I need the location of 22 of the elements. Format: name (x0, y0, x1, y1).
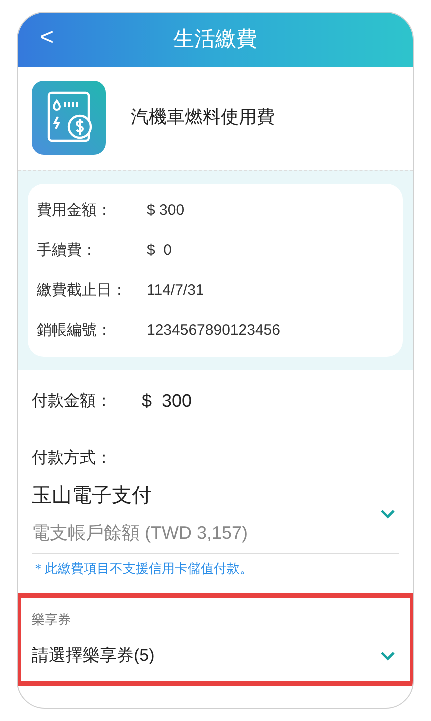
detail-value: $ 0 (147, 240, 172, 261)
detail-value: 1234567890123456 (147, 320, 280, 341)
select-value: 請選擇樂享券(5) (32, 645, 156, 667)
currency-symbol: $ (142, 390, 152, 413)
field-label: 付款方式： (31, 448, 113, 469)
detail-value: $ 300 (147, 200, 185, 221)
detail-value: 114/7/31 (147, 280, 204, 301)
note-text: ＊此繳費項目不支援信用卡儲值付款。 (31, 560, 254, 578)
field-label: 付款金額： (32, 392, 113, 412)
coupon-select[interactable]: 樂享券 請選擇樂享券(5) (18, 592, 413, 686)
select-value: 玉山電子支付 (32, 484, 153, 509)
detail-label: 費用金額： (37, 200, 113, 221)
detail-label: 銷帳編號： (37, 320, 113, 341)
detail-label: 繳費截止日： (37, 280, 128, 301)
payment-method-select[interactable]: 玉山電子支付 電支帳戶餘額 (TWD 3,157) (32, 481, 399, 554)
biller-name: 汽機車燃料使用費 (131, 106, 275, 129)
back-button[interactable]: < (36, 23, 58, 53)
field-label: 樂享券 (32, 610, 72, 628)
page-title: 生活繳費 (174, 27, 258, 54)
detail-label: 手續費： (37, 240, 98, 261)
balance-text: 電支帳戶餘額 (TWD 3,157) (32, 522, 250, 545)
amount-value: 300 (162, 390, 192, 413)
